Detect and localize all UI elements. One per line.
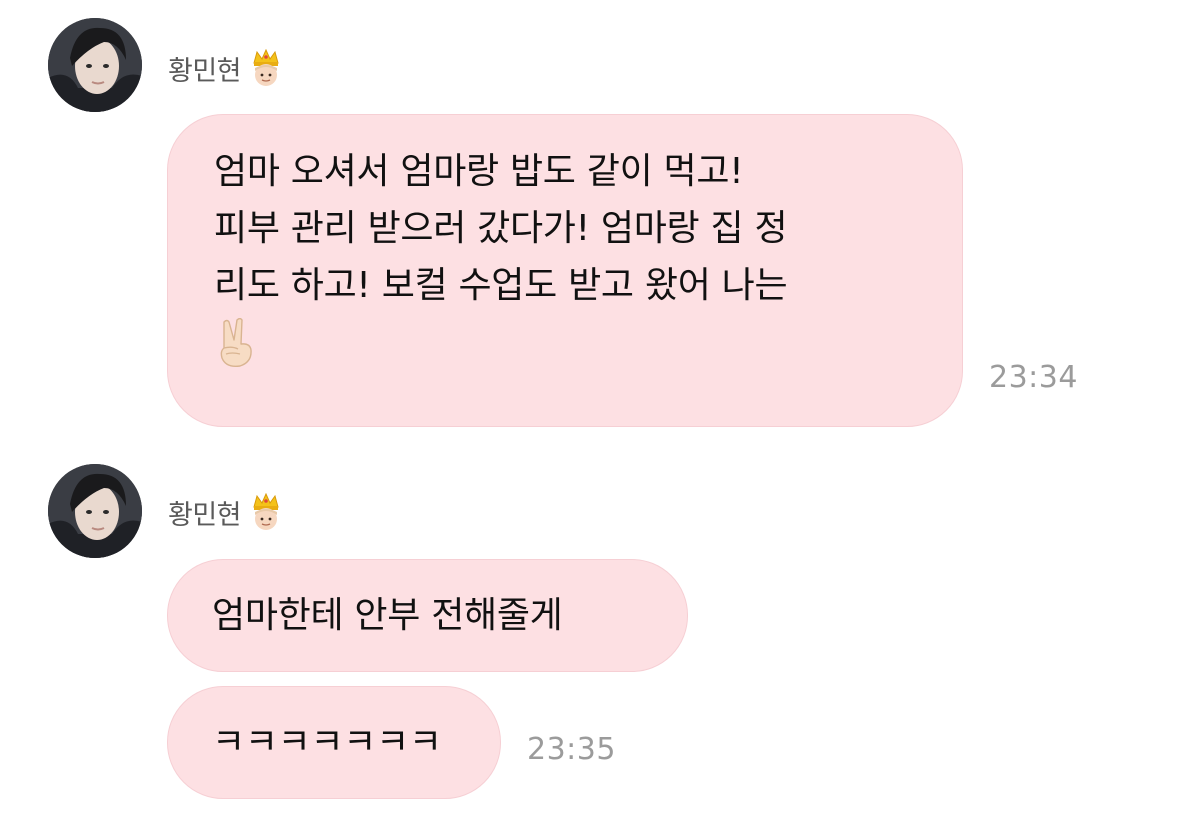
prince-crown-icon — [249, 492, 283, 531]
avatar[interactable] — [48, 18, 142, 112]
sender-name: 황민현 — [168, 55, 242, 87]
prince-crown-icon — [249, 48, 283, 87]
message-line: 엄마 오셔서 엄마랑 밥도 같이 먹고! — [214, 151, 744, 192]
sender-header: 황민현 — [168, 492, 283, 532]
message-line: 피부 관리 받으러 갔다가! 엄마랑 집 정 — [214, 208, 788, 249]
victory-hand-icon — [214, 317, 258, 368]
message-bubble[interactable]: ㅋㅋㅋㅋㅋㅋㅋ — [167, 686, 501, 799]
message-text: 엄마한테 안부 전해줄게 — [212, 595, 563, 636]
sender-name: 황민현 — [168, 499, 242, 531]
timestamp: 23:35 — [527, 732, 616, 767]
message-bubble[interactable]: 엄마 오셔서 엄마랑 밥도 같이 먹고! 피부 관리 받으러 갔다가! 엄마랑 … — [167, 114, 963, 427]
message-bubble[interactable]: 엄마한테 안부 전해줄게 — [167, 559, 688, 672]
message-line: 리도 하고! 보컬 수업도 받고 왔어 나는 — [214, 265, 788, 306]
avatar[interactable] — [48, 464, 142, 558]
sender-header: 황민현 — [168, 48, 283, 88]
timestamp: 23:34 — [989, 360, 1078, 395]
message-text: ㅋㅋㅋㅋㅋㅋㅋ — [212, 722, 442, 763]
